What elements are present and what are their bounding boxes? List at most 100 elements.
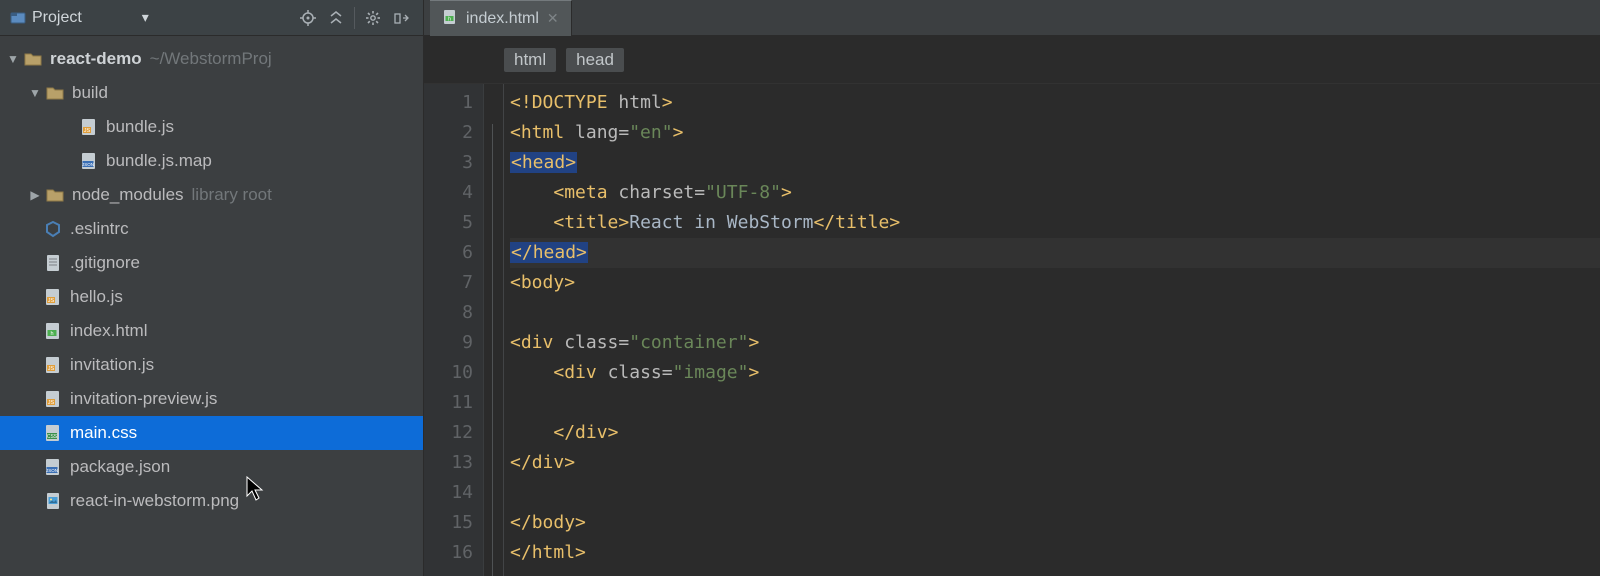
code-line[interactable]: <div class="container"> <box>510 328 1600 358</box>
code-line[interactable] <box>510 298 1600 328</box>
svg-text:JS: JS <box>48 366 55 372</box>
editor-tabs-bar: h index.html ✕ <box>424 0 1600 35</box>
svg-text:CSS: CSS <box>47 434 58 440</box>
tree-file[interactable]: JS hello.js <box>0 280 423 314</box>
locate-icon[interactable] <box>294 4 322 32</box>
fold-gutter <box>484 84 504 576</box>
svg-text:h: h <box>50 331 53 337</box>
code-line[interactable]: <!DOCTYPE html> <box>510 88 1600 118</box>
top-toolbar: Project ▾ h index.html ✕ <box>0 0 1600 36</box>
tree-file[interactable]: .gitignore <box>0 246 423 280</box>
code-content[interactable]: <!DOCTYPE html><html lang="en"><head> <m… <box>504 84 1600 576</box>
main-split: ▼ react-demo ~/WebstormProj ▼ build JS bund… <box>0 36 1600 576</box>
tree-file[interactable]: react-in-webstorm.png <box>0 484 423 518</box>
breadcrumb-item[interactable]: head <box>566 48 624 72</box>
project-panel-title: Project <box>32 9 82 27</box>
breadcrumb-item[interactable]: html <box>504 48 556 72</box>
project-tree: ▼ react-demo ~/WebstormProj ▼ build JS bund… <box>0 36 424 576</box>
tree-item-label: react-in-webstorm.png <box>70 491 239 511</box>
tree-root-name: react-demo <box>50 49 142 69</box>
line-number: 9 <box>424 328 473 358</box>
code-editor[interactable]: 12345678910111213141516 <!DOCTYPE html><… <box>424 84 1600 576</box>
code-line[interactable]: <div class="image"> <box>510 358 1600 388</box>
svg-text:JSON: JSON <box>82 162 94 167</box>
code-line[interactable]: </body> <box>510 508 1600 538</box>
code-line[interactable]: <title>React in WebStorm</title> <box>510 208 1600 238</box>
line-number: 2 <box>424 118 473 148</box>
collapse-all-icon[interactable] <box>322 4 350 32</box>
line-number: 15 <box>424 508 473 538</box>
svg-text:JS: JS <box>48 400 55 406</box>
line-number: 13 <box>424 448 473 478</box>
js-file-icon: JS <box>42 388 64 410</box>
tree-item-label: .eslintrc <box>70 219 129 239</box>
line-number: 3 <box>424 148 473 178</box>
line-number: 4 <box>424 178 473 208</box>
tree-item-label: .gitignore <box>70 253 140 273</box>
html-file-icon: h <box>442 9 458 28</box>
tree-item-hint: library root <box>192 185 272 205</box>
editor-tab[interactable]: h index.html ✕ <box>430 0 572 36</box>
tree-item-label: build <box>72 83 108 103</box>
tree-file[interactable]: JS invitation.js <box>0 348 423 382</box>
json-file-icon: JSON <box>78 150 100 172</box>
svg-text:JS: JS <box>48 298 55 304</box>
folder-icon <box>22 48 44 70</box>
code-line[interactable]: </div> <box>510 448 1600 478</box>
chevron-down-icon[interactable]: ▼ <box>4 52 22 66</box>
line-number: 7 <box>424 268 473 298</box>
tree-root[interactable]: ▼ react-demo ~/WebstormProj <box>0 42 423 76</box>
tree-file[interactable]: CSS main.css <box>0 416 423 450</box>
tree-file[interactable]: JSinvitation-preview.js <box>0 382 423 416</box>
code-line[interactable]: <head> <box>510 148 1600 178</box>
line-number-gutter: 12345678910111213141516 <box>424 84 484 576</box>
line-number: 14 <box>424 478 473 508</box>
gear-icon[interactable] <box>359 4 387 32</box>
tree-file[interactable]: JSONpackage.json <box>0 450 423 484</box>
tree-folder[interactable]: ▼ build <box>0 76 423 110</box>
line-number: 11 <box>424 388 473 418</box>
tree-item-label: main.css <box>70 423 137 443</box>
code-line[interactable]: </head> <box>510 238 1600 268</box>
hide-panel-icon[interactable] <box>387 4 415 32</box>
project-view-dropdown-icon[interactable]: ▾ <box>142 9 149 26</box>
code-line[interactable]: <body> <box>510 268 1600 298</box>
chevron-down-icon[interactable]: ▼ <box>26 86 44 100</box>
svg-text:JSON: JSON <box>46 468 58 473</box>
tree-item-label: invitation.js <box>70 355 154 375</box>
line-number: 12 <box>424 418 473 448</box>
code-line[interactable] <box>510 478 1600 508</box>
line-number: 16 <box>424 538 473 568</box>
text-file-icon <box>42 252 64 274</box>
code-line[interactable]: </html> <box>510 538 1600 568</box>
tree-folder[interactable]: ▶node_moduleslibrary root <box>0 178 423 212</box>
project-view-icon <box>8 8 28 28</box>
folder-icon <box>44 82 66 104</box>
close-icon[interactable]: ✕ <box>547 10 559 27</box>
svg-text:JS: JS <box>84 128 91 134</box>
tree-root-path: ~/WebstormProj <box>150 49 272 69</box>
tree-item-label: index.html <box>70 321 147 341</box>
tree-item-label: bundle.js <box>106 117 174 137</box>
line-number: 10 <box>424 358 473 388</box>
breadcrumb-bar: html head <box>424 36 1600 84</box>
folder-icon <box>44 184 66 206</box>
chevron-right-icon[interactable]: ▶ <box>26 188 44 202</box>
code-line[interactable]: </div> <box>510 418 1600 448</box>
line-number: 1 <box>424 88 473 118</box>
ring-file-icon <box>42 218 64 240</box>
json-file-icon: JSON <box>42 456 64 478</box>
editor-area: html head 12345678910111213141516 <!DOCT… <box>424 36 1600 576</box>
tree-file[interactable]: .eslintrc <box>0 212 423 246</box>
tree-file[interactable]: JS bundle.js <box>0 110 423 144</box>
project-tool-header: Project ▾ <box>0 0 424 35</box>
tree-file[interactable]: JSONbundle.js.map <box>0 144 423 178</box>
code-line[interactable]: <meta charset="UTF-8"> <box>510 178 1600 208</box>
code-line[interactable] <box>510 388 1600 418</box>
tree-file[interactable]: h index.html <box>0 314 423 348</box>
js-file-icon: JS <box>42 354 64 376</box>
image-file-icon <box>42 490 64 512</box>
code-line[interactable]: <html lang="en"> <box>510 118 1600 148</box>
tree-item-label: hello.js <box>70 287 123 307</box>
line-number: 6 <box>424 238 473 268</box>
